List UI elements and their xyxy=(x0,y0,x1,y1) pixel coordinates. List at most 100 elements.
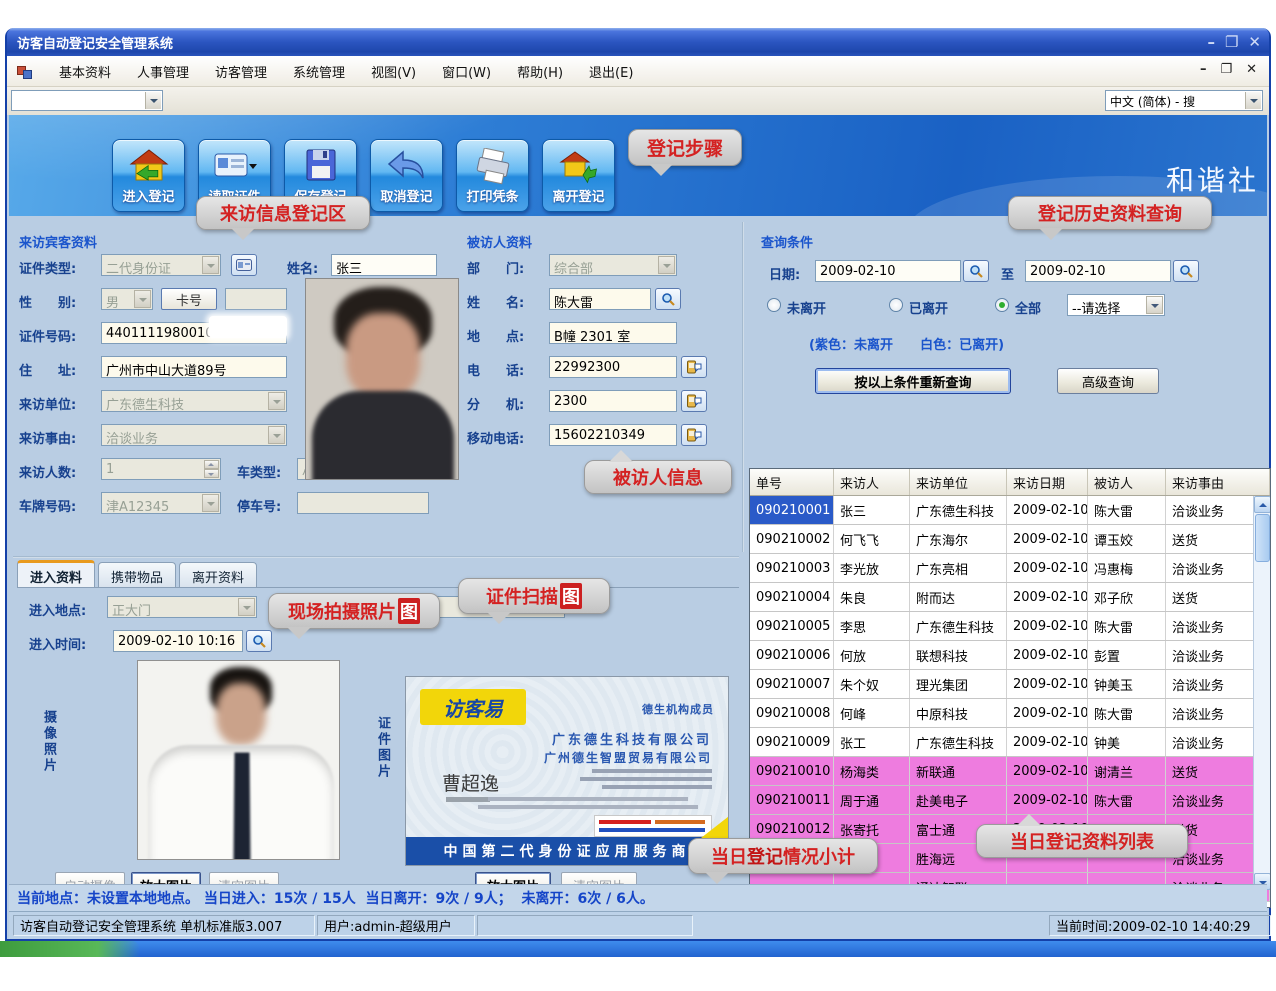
mdi-close-icon[interactable]: ✕ xyxy=(1246,62,1257,77)
entry-location-select[interactable]: 正大门 xyxy=(107,596,257,618)
table-cell[interactable]: 2009-02-10 xyxy=(1007,670,1088,698)
table-cell[interactable]: 杨海类 xyxy=(834,757,910,785)
table-cell[interactable]: 090210007 xyxy=(750,670,834,698)
vertical-scrollbar[interactable] xyxy=(1253,496,1270,890)
table-cell[interactable]: 广东德生科技 xyxy=(910,612,1007,640)
restore-icon[interactable]: ❐ xyxy=(1225,32,1238,52)
search-person-button[interactable] xyxy=(655,288,681,310)
scroll-thumb[interactable] xyxy=(1255,514,1270,562)
table-cell[interactable]: 广东海尔 xyxy=(910,525,1007,553)
menu-item-8[interactable]: 退出(E) xyxy=(589,62,633,81)
gender-select[interactable]: 男 xyxy=(101,288,153,310)
ext-input[interactable]: 2300 xyxy=(549,390,677,412)
table-cell[interactable]: 广东德生科技 xyxy=(910,728,1007,756)
column-header[interactable]: 来访单位 xyxy=(910,469,1007,495)
card-no-input[interactable] xyxy=(225,288,287,310)
menu-item-7[interactable]: 帮助(H) xyxy=(517,62,563,81)
read-id-card-button[interactable] xyxy=(231,254,257,276)
dial-phone-button[interactable] xyxy=(681,356,707,378)
radio-not-left[interactable] xyxy=(767,298,781,312)
entry-time-input[interactable]: 2009-02-10 10:16 xyxy=(113,630,243,652)
table-row[interactable]: 090210001张三广东德生科技2009-02-10陈大雷洽谈业务 xyxy=(750,496,1270,525)
interviewee-name-input[interactable]: 陈大雷 xyxy=(549,288,651,310)
scroll-up-icon[interactable] xyxy=(1254,496,1271,513)
table-cell[interactable]: 朱良 xyxy=(834,583,910,611)
cancel-register-button[interactable]: 取消登记 xyxy=(370,139,443,212)
column-header[interactable]: 单号 xyxy=(750,469,834,495)
date-from-picker-button[interactable] xyxy=(963,260,989,282)
column-header[interactable]: 来访日期 xyxy=(1007,469,1088,495)
table-cell[interactable]: 090210001 xyxy=(750,496,834,524)
table-cell[interactable]: 谢清兰 xyxy=(1088,757,1166,785)
table-cell[interactable]: 何放 xyxy=(834,641,910,669)
start-button[interactable] xyxy=(0,941,140,957)
table-cell[interactable]: 附而达 xyxy=(910,583,1007,611)
table-cell[interactable]: 钟美玉 xyxy=(1088,670,1166,698)
table-cell[interactable]: 广东亮相 xyxy=(910,554,1007,582)
tab-3[interactable]: 离开资料 xyxy=(179,562,257,587)
date-to-picker-button[interactable] xyxy=(1173,260,1199,282)
table-cell[interactable]: 朱个奴 xyxy=(834,670,910,698)
company-select[interactable]: 广东德生科技 xyxy=(101,390,287,412)
table-cell[interactable]: 2009-02-10 xyxy=(1007,728,1088,756)
table-cell[interactable]: 新联通 xyxy=(910,757,1007,785)
table-cell[interactable]: 2009-02-10 xyxy=(1007,699,1088,727)
table-cell[interactable]: 陈大雷 xyxy=(1088,699,1166,727)
table-cell[interactable]: 2009-02-10 xyxy=(1007,554,1088,582)
chevron-down-icon[interactable] xyxy=(1245,92,1261,109)
table-row[interactable]: 090210008何峰中原科技2009-02-10陈大雷洽谈业务 xyxy=(750,699,1270,728)
table-cell[interactable]: 广东德生科技 xyxy=(910,496,1007,524)
menu-item-4[interactable]: 系统管理 xyxy=(293,62,345,81)
mdi-restore-icon[interactable]: ❐ xyxy=(1220,62,1232,77)
leave-register-button[interactable]: 离开登记 xyxy=(542,139,615,212)
tab-1[interactable]: 进入资料 xyxy=(17,560,95,587)
os-taskbar[interactable] xyxy=(0,941,1276,957)
table-cell[interactable]: 赴美电子 xyxy=(910,786,1007,814)
table-cell[interactable]: 中原科技 xyxy=(910,699,1007,727)
table-cell[interactable]: 周于通 xyxy=(834,786,910,814)
table-cell[interactable]: 2009-02-10 xyxy=(1007,612,1088,640)
table-cell[interactable]: 钟美 xyxy=(1088,728,1166,756)
table-row[interactable]: 090210010杨海类新联通2009-02-10谢清兰送货 xyxy=(750,757,1270,786)
table-cell[interactable]: 2009-02-10 xyxy=(1007,757,1088,785)
enter-register-button[interactable]: 进入登记 xyxy=(112,139,185,212)
minimize-icon[interactable]: – xyxy=(1207,32,1215,52)
table-cell[interactable]: 090210004 xyxy=(750,583,834,611)
table-cell[interactable]: 理光集团 xyxy=(910,670,1007,698)
dept-select[interactable]: 综合部 xyxy=(549,254,677,276)
visitor-name-input[interactable]: 张三 xyxy=(331,254,437,276)
table-cell[interactable]: 彭置 xyxy=(1088,641,1166,669)
dial-mobile-button[interactable] xyxy=(681,424,707,446)
plate-select[interactable]: 津A12345 xyxy=(101,492,221,514)
table-cell[interactable]: 邓子欣 xyxy=(1088,583,1166,611)
table-cell[interactable]: 张三 xyxy=(834,496,910,524)
table-row[interactable]: 090210007朱个奴理光集团2009-02-10钟美玉洽谈业务 xyxy=(750,670,1270,699)
table-cell[interactable]: 何飞飞 xyxy=(834,525,910,553)
table-cell[interactable]: 冯惠梅 xyxy=(1088,554,1166,582)
column-header[interactable]: 被访人 xyxy=(1088,469,1166,495)
table-row[interactable]: 090210011周于通赴美电子2009-02-10陈大雷洽谈业务 xyxy=(750,786,1270,815)
menu-item-3[interactable]: 访客管理 xyxy=(215,62,267,81)
table-row[interactable]: 090210003李光放广东亮相2009-02-10冯惠梅洽谈业务 xyxy=(750,554,1270,583)
table-cell[interactable]: 何峰 xyxy=(834,699,910,727)
table-cell[interactable]: 090210011 xyxy=(750,786,834,814)
table-row[interactable]: 090210004朱良附而达2009-02-10邓子欣送货 xyxy=(750,583,1270,612)
table-cell[interactable]: 090210010 xyxy=(750,757,834,785)
phone-input[interactable]: 22992300 xyxy=(549,356,677,378)
table-cell[interactable]: 090210009 xyxy=(750,728,834,756)
menu-item-5[interactable]: 视图(V) xyxy=(371,62,416,81)
table-cell[interactable]: 陈大雷 xyxy=(1088,496,1166,524)
table-cell[interactable]: 090210003 xyxy=(750,554,834,582)
radio-all[interactable] xyxy=(995,298,1009,312)
parking-input[interactable] xyxy=(297,492,429,514)
dial-ext-button[interactable] xyxy=(681,390,707,412)
table-cell[interactable]: 张工 xyxy=(834,728,910,756)
date-from-input[interactable]: 2009-02-10 xyxy=(815,260,961,282)
table-cell[interactable]: 陈大雷 xyxy=(1088,786,1166,814)
radio-left[interactable] xyxy=(889,298,903,312)
table-cell[interactable]: 2009-02-10 xyxy=(1007,641,1088,669)
table-cell[interactable]: 2009-02-10 xyxy=(1007,583,1088,611)
table-cell[interactable]: 李思 xyxy=(834,612,910,640)
table-cell[interactable]: 090210005 xyxy=(750,612,834,640)
filter-select[interactable]: --请选择 xyxy=(1067,294,1165,316)
